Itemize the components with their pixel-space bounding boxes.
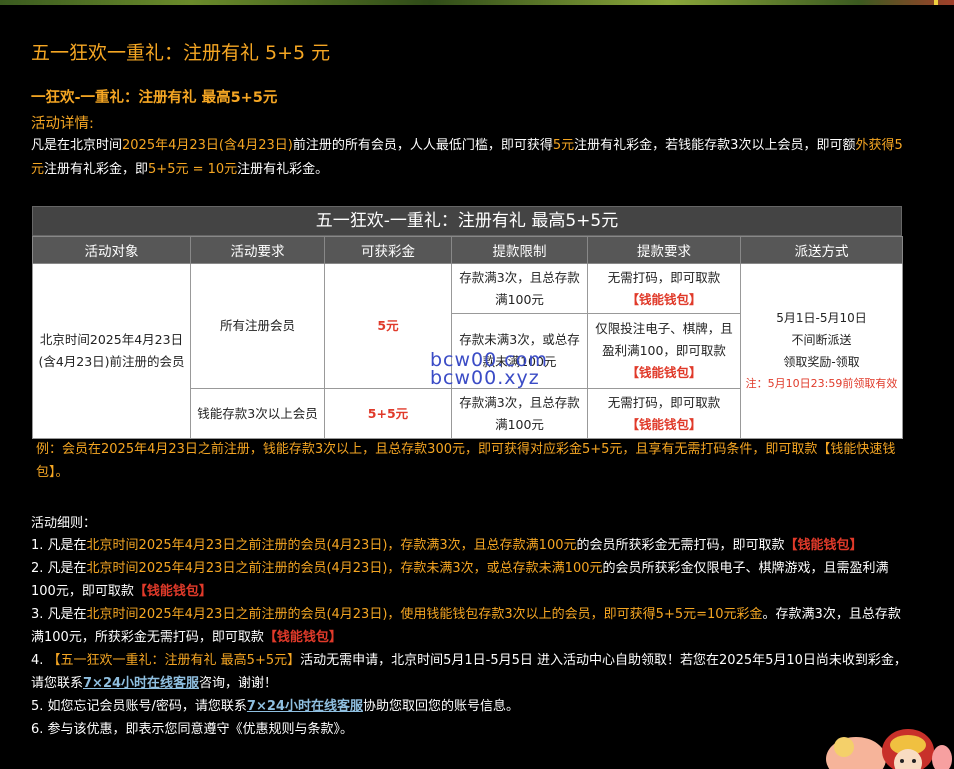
rule-item: 4. 【五一狂欢一重礼：注册有礼 最高5+5元】活动无需申请，北京时间5月1日-… xyxy=(31,653,907,691)
table-header-row: 活动对象 活动要求 可获彩金 提款限制 提款要求 派送方式 xyxy=(32,236,903,264)
rule-item: 1. 凡是在北京时间2025年4月23日之前注册的会员(4月23日)，存款满3次… xyxy=(31,538,863,553)
header-withdraw-requirement: 提款要求 xyxy=(587,236,741,264)
rule-item: 5. 如您忘记会员账号/密码，请您联系7×24小时在线客服协助您取回您的账号信息… xyxy=(31,699,519,714)
table-title: 五一狂欢-一重礼：注册有礼 最高5+5元 xyxy=(32,206,902,236)
bonus-all-cell: 5元 xyxy=(324,263,452,389)
rules-table: 五一狂欢-一重礼：注册有礼 最高5+5元 活动对象 活动要求 可获彩金 提款限制… xyxy=(32,206,903,439)
header-requirement: 活动要求 xyxy=(190,236,325,264)
top-banner-image xyxy=(0,0,954,5)
withdraw-cell: 无需打码，即可取款 【钱能钱包】 xyxy=(587,388,741,439)
header-bonus: 可获彩金 xyxy=(324,236,452,264)
table-row: 北京时间2025年4月23日(含4月23日)前注册的会员 所有注册会员 5元 存… xyxy=(32,263,903,439)
customer-service-link[interactable]: 7×24小时在线客服 xyxy=(83,676,199,691)
details-label: 活动详情: xyxy=(31,116,94,132)
header-withdraw-limit: 提款限制 xyxy=(451,236,588,264)
bonus-wallet-cell: 5+5元 xyxy=(324,388,452,439)
page-title: 五一狂欢一重礼：注册有礼 5+5 元 xyxy=(31,42,331,64)
rule-item: 2. 凡是在北京时间2025年4月23日之前注册的会员(4月23日)，存款未满3… xyxy=(31,561,889,599)
requirement-wallet-cell: 钱能存款3次以上会员 xyxy=(190,388,325,439)
rules-label: 活动细则： xyxy=(31,516,97,531)
header-delivery: 派送方式 xyxy=(740,236,903,264)
delivery-cell: 5月1日-5月10日 不间断派送 领取奖励-领取 注：5月10日23:59前领取… xyxy=(740,263,903,439)
withdraw-cell: 无需打码，即可取款 【钱能钱包】 xyxy=(587,263,741,314)
limit-cell: 存款未满3次，或总存款未满100元 xyxy=(451,313,588,389)
rules-list: 1. 凡是在北京时间2025年4月23日之前注册的会员(4月23日)，存款满3次… xyxy=(31,534,911,741)
rule-item: 3. 凡是在北京时间2025年4月23日之前注册的会员(4月23日)，使用钱能钱… xyxy=(31,607,901,645)
customer-service-link[interactable]: 7×24小时在线客服 xyxy=(247,699,363,714)
example-text: 例：会员在2025年4月23日之前注册，钱能存款3次以上，且总存款300元，即可… xyxy=(36,442,896,480)
target-cell: 北京时间2025年4月23日(含4月23日)前注册的会员 xyxy=(32,263,191,439)
floating-mascot-widget[interactable] xyxy=(826,719,954,769)
withdraw-cell: 仅限投注电子、棋牌，且盈利满100，即可取款【钱能钱包】 xyxy=(587,313,741,389)
requirement-all-cell: 所有注册会员 xyxy=(190,263,325,389)
promo-subtitle: 一狂欢-一重礼：注册有礼 最高5+5元 xyxy=(31,90,278,106)
intro-paragraph: 凡是在北京时间2025年4月23日(含4月23日)前注册的所有会员，人人最低门槛… xyxy=(31,138,903,177)
limit-cell: 存款满3次，且总存款满100元 xyxy=(451,388,588,439)
rule-item: 6. 参与该优惠，即表示您同意遵守《优惠规则与条款》。 xyxy=(31,722,354,737)
limit-cell: 存款满3次，且总存款满100元 xyxy=(451,263,588,314)
header-target: 活动对象 xyxy=(32,236,191,264)
